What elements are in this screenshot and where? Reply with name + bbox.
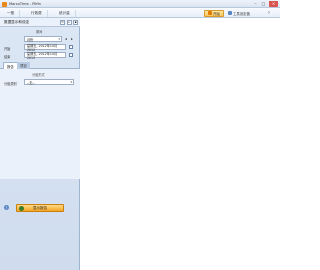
title-bar: MarcoTime - Pilfin – □ × — [0, 0, 280, 8]
start-button[interactable]: 开始 — [204, 9, 224, 17]
app-icon — [2, 1, 7, 7]
show-report-label: 显示报告 — [32, 205, 48, 210]
start-label: 开始 — [4, 46, 11, 51]
help-icon[interactable]: ? — [4, 205, 9, 210]
report-tabs: 报告 项目 — [0, 62, 80, 69]
sidebar-header: 数据显示和设定 ↻ ▫ ▪ — [0, 18, 80, 27]
tools-settings-label: 工具设定值 — [233, 11, 250, 16]
report-content-area — [81, 18, 280, 270]
maximize-button[interactable]: □ — [260, 1, 267, 7]
group-select[interactable]: --无-- ▾ — [24, 79, 74, 85]
menu-bar: 一般 行政费 统计量 开始 工具设定值 ? — [0, 8, 280, 18]
print-icon[interactable]: ▪ — [73, 19, 78, 25]
chevron-down-icon: ▾ — [70, 80, 72, 84]
menu-tab-stats[interactable]: 统计量 — [54, 9, 76, 17]
period-select[interactable]: 月份 ▾ — [24, 36, 62, 42]
menu-tab-general[interactable]: 一般 — [2, 9, 21, 17]
next-period-icon[interactable]: ▸ — [71, 37, 73, 41]
window-title: MarcoTime - Pilfin — [9, 2, 41, 6]
minimize-button[interactable]: – — [252, 1, 259, 7]
period-section-label: 期间 — [36, 30, 43, 34]
chevron-down-icon: ▾ — [58, 37, 60, 41]
home-icon — [208, 11, 212, 15]
sidebar: 数据显示和设定 ↻ ▫ ▪ 期间 月份 ▾ ◂ ▸ 开始 星期五, 2012年1… — [0, 18, 80, 270]
period-select-value: 月份 — [27, 37, 34, 42]
sidebar-bottom: ? 显示报告 — [0, 199, 80, 270]
tab-project[interactable]: 项目 — [17, 62, 30, 69]
help-menu-button[interactable]: ? — [268, 10, 270, 17]
group-field-label: 分组类别 — [4, 81, 17, 86]
run-icon — [19, 206, 24, 211]
end-date-value: 星期五, 2012年10月 2012 — [27, 51, 58, 60]
tools-icon — [228, 11, 232, 15]
refresh-icon[interactable]: ↻ — [60, 19, 65, 25]
start-date-field[interactable]: 星期五, 2012年10月 2012 — [24, 44, 66, 52]
report-options-panel: 分组形式 分组类别 --无-- ▾ — [0, 69, 80, 179]
start-calendar-icon[interactable] — [69, 45, 73, 49]
start-button-label: 开始 — [213, 11, 220, 16]
close-button[interactable]: × — [269, 0, 278, 7]
group-section-label: 分组形式 — [32, 73, 45, 77]
pin-icon[interactable]: ▫ — [66, 19, 72, 25]
tools-settings-button[interactable]: 工具设定值 — [228, 10, 250, 17]
end-label: 结束 — [4, 54, 11, 59]
end-date-field[interactable]: 星期五, 2012年10月 2012 — [24, 51, 66, 60]
sidebar-title: 数据显示和设定 — [4, 19, 30, 24]
show-report-button[interactable]: 显示报告 — [16, 204, 64, 212]
previous-period-icon[interactable]: ◂ — [65, 37, 67, 41]
end-calendar-icon[interactable] — [69, 53, 73, 57]
menu-tab-admin[interactable]: 行政费 — [26, 9, 48, 17]
tab-report[interactable]: 报告 — [3, 62, 18, 69]
group-select-value: --无-- — [27, 80, 35, 85]
